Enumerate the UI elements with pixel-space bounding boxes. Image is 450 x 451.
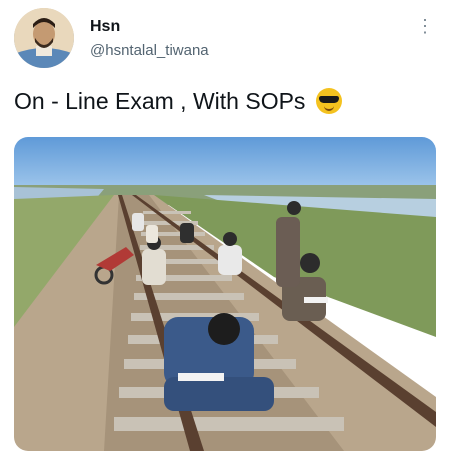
sunglasses-emoji-icon [315, 88, 342, 114]
author-name[interactable]: Hsn [90, 18, 120, 36]
avatar[interactable] [14, 8, 74, 68]
tweet-photo[interactable] [14, 137, 436, 451]
tweet-text: On - Line Exam , With SOPs [14, 86, 342, 116]
tweet-header: Hsn @hsntalal_tiwana ⋮ [14, 8, 436, 70]
photo-railway-exam [14, 137, 436, 451]
more-vertical-icon[interactable]: ⋮ [416, 16, 434, 36]
tweet-text-content: On - Line Exam , With SOPs [14, 88, 306, 114]
author-handle[interactable]: @hsntalal_tiwana [90, 42, 209, 59]
